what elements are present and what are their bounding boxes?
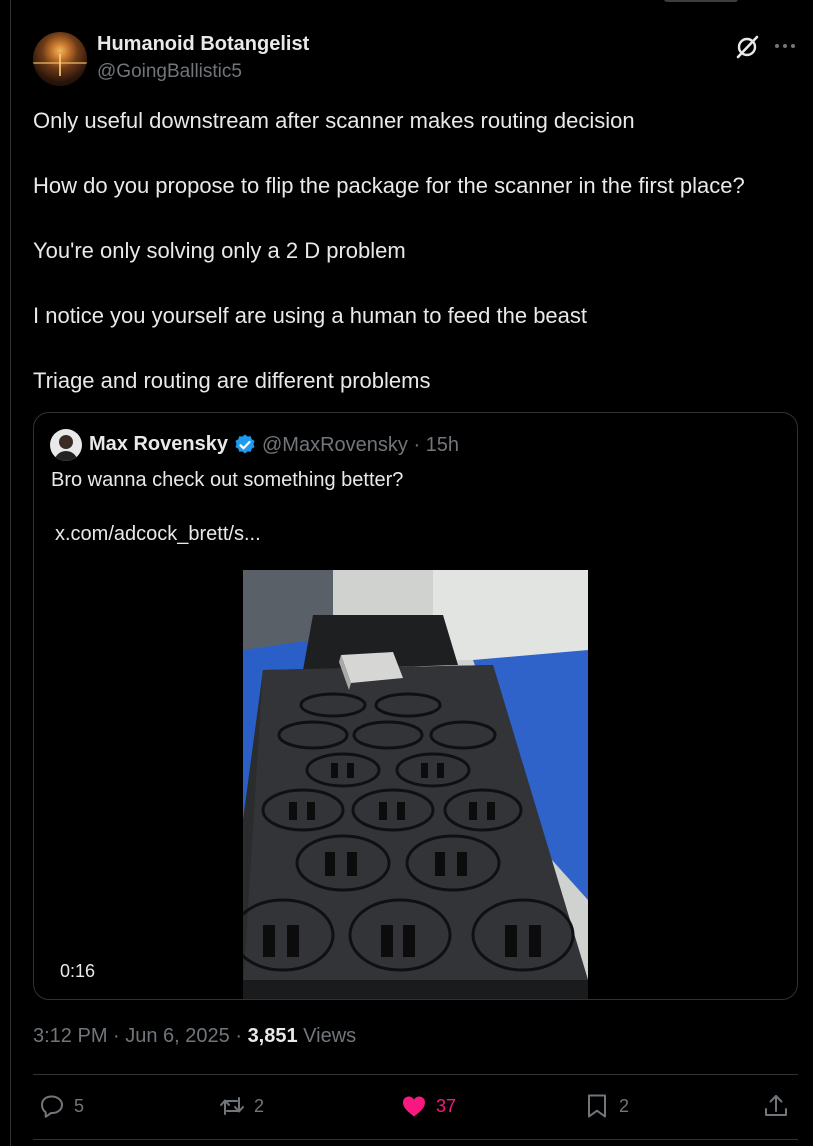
views-count: 3,851 bbox=[247, 1025, 298, 1047]
repost-icon bbox=[220, 1097, 244, 1115]
reply-button[interactable]: 5 bbox=[38, 1090, 84, 1122]
author-display-name[interactable]: Humanoid Botangelist bbox=[97, 33, 309, 56]
video-player[interactable] bbox=[243, 570, 588, 999]
post-paragraph: Triage and routing are different problem… bbox=[33, 368, 431, 393]
post-paragraph: Only useful downstream after scanner mak… bbox=[33, 108, 635, 133]
heart-icon bbox=[403, 1096, 425, 1117]
quoted-author-name[interactable]: Max Rovensky bbox=[89, 433, 228, 456]
share-button[interactable] bbox=[762, 1090, 790, 1122]
repost-button[interactable]: 2 bbox=[218, 1090, 264, 1122]
views-label: Views bbox=[297, 1025, 357, 1047]
divider bbox=[33, 1074, 798, 1075]
grok-icon[interactable] bbox=[734, 34, 760, 60]
post-paragraph: You're only solving only a 2 D problem bbox=[33, 238, 406, 263]
quoted-post[interactable]: Max Rovensky @MaxRovensky · 15h Bro wann… bbox=[33, 412, 798, 1000]
quoted-author-avatar[interactable] bbox=[50, 429, 82, 461]
reply-icon bbox=[41, 1095, 63, 1118]
repost-count: 2 bbox=[254, 1095, 265, 1116]
like-button[interactable]: 37 bbox=[400, 1090, 456, 1122]
video-frame bbox=[243, 570, 588, 999]
post-meta: 3:12 PM · Jun 6, 2025 · 3,851 Views bbox=[33, 1025, 356, 1048]
bookmark-icon bbox=[588, 1094, 606, 1118]
author-avatar[interactable] bbox=[33, 32, 87, 86]
verified-badge-icon bbox=[233, 433, 257, 457]
share-icon bbox=[765, 1095, 787, 1116]
quoted-author-handle-time[interactable]: @MaxRovensky · 15h bbox=[262, 434, 459, 457]
post-timestamp[interactable]: 3:12 PM · Jun 6, 2025 · bbox=[33, 1025, 248, 1047]
post-paragraph: How do you propose to flip the package f… bbox=[33, 173, 745, 198]
post-paragraph: I notice you yourself are using a human … bbox=[33, 303, 588, 328]
reply-count: 5 bbox=[74, 1095, 85, 1116]
scroll-indicator bbox=[664, 0, 738, 2]
bookmark-count: 2 bbox=[619, 1095, 630, 1116]
more-icon[interactable] bbox=[772, 34, 798, 60]
like-count: 37 bbox=[436, 1095, 457, 1116]
quoted-post-text: Bro wanna check out something better? bbox=[51, 469, 404, 491]
video-duration: 0:16 bbox=[60, 961, 96, 981]
divider bbox=[33, 1139, 798, 1140]
timeline-border bbox=[10, 0, 11, 1146]
bookmark-button[interactable]: 2 bbox=[583, 1090, 629, 1122]
author-handle[interactable]: @GoingBallistic5 bbox=[97, 61, 242, 83]
quoted-post-link[interactable]: x.com/adcock_brett/s... bbox=[55, 523, 261, 546]
